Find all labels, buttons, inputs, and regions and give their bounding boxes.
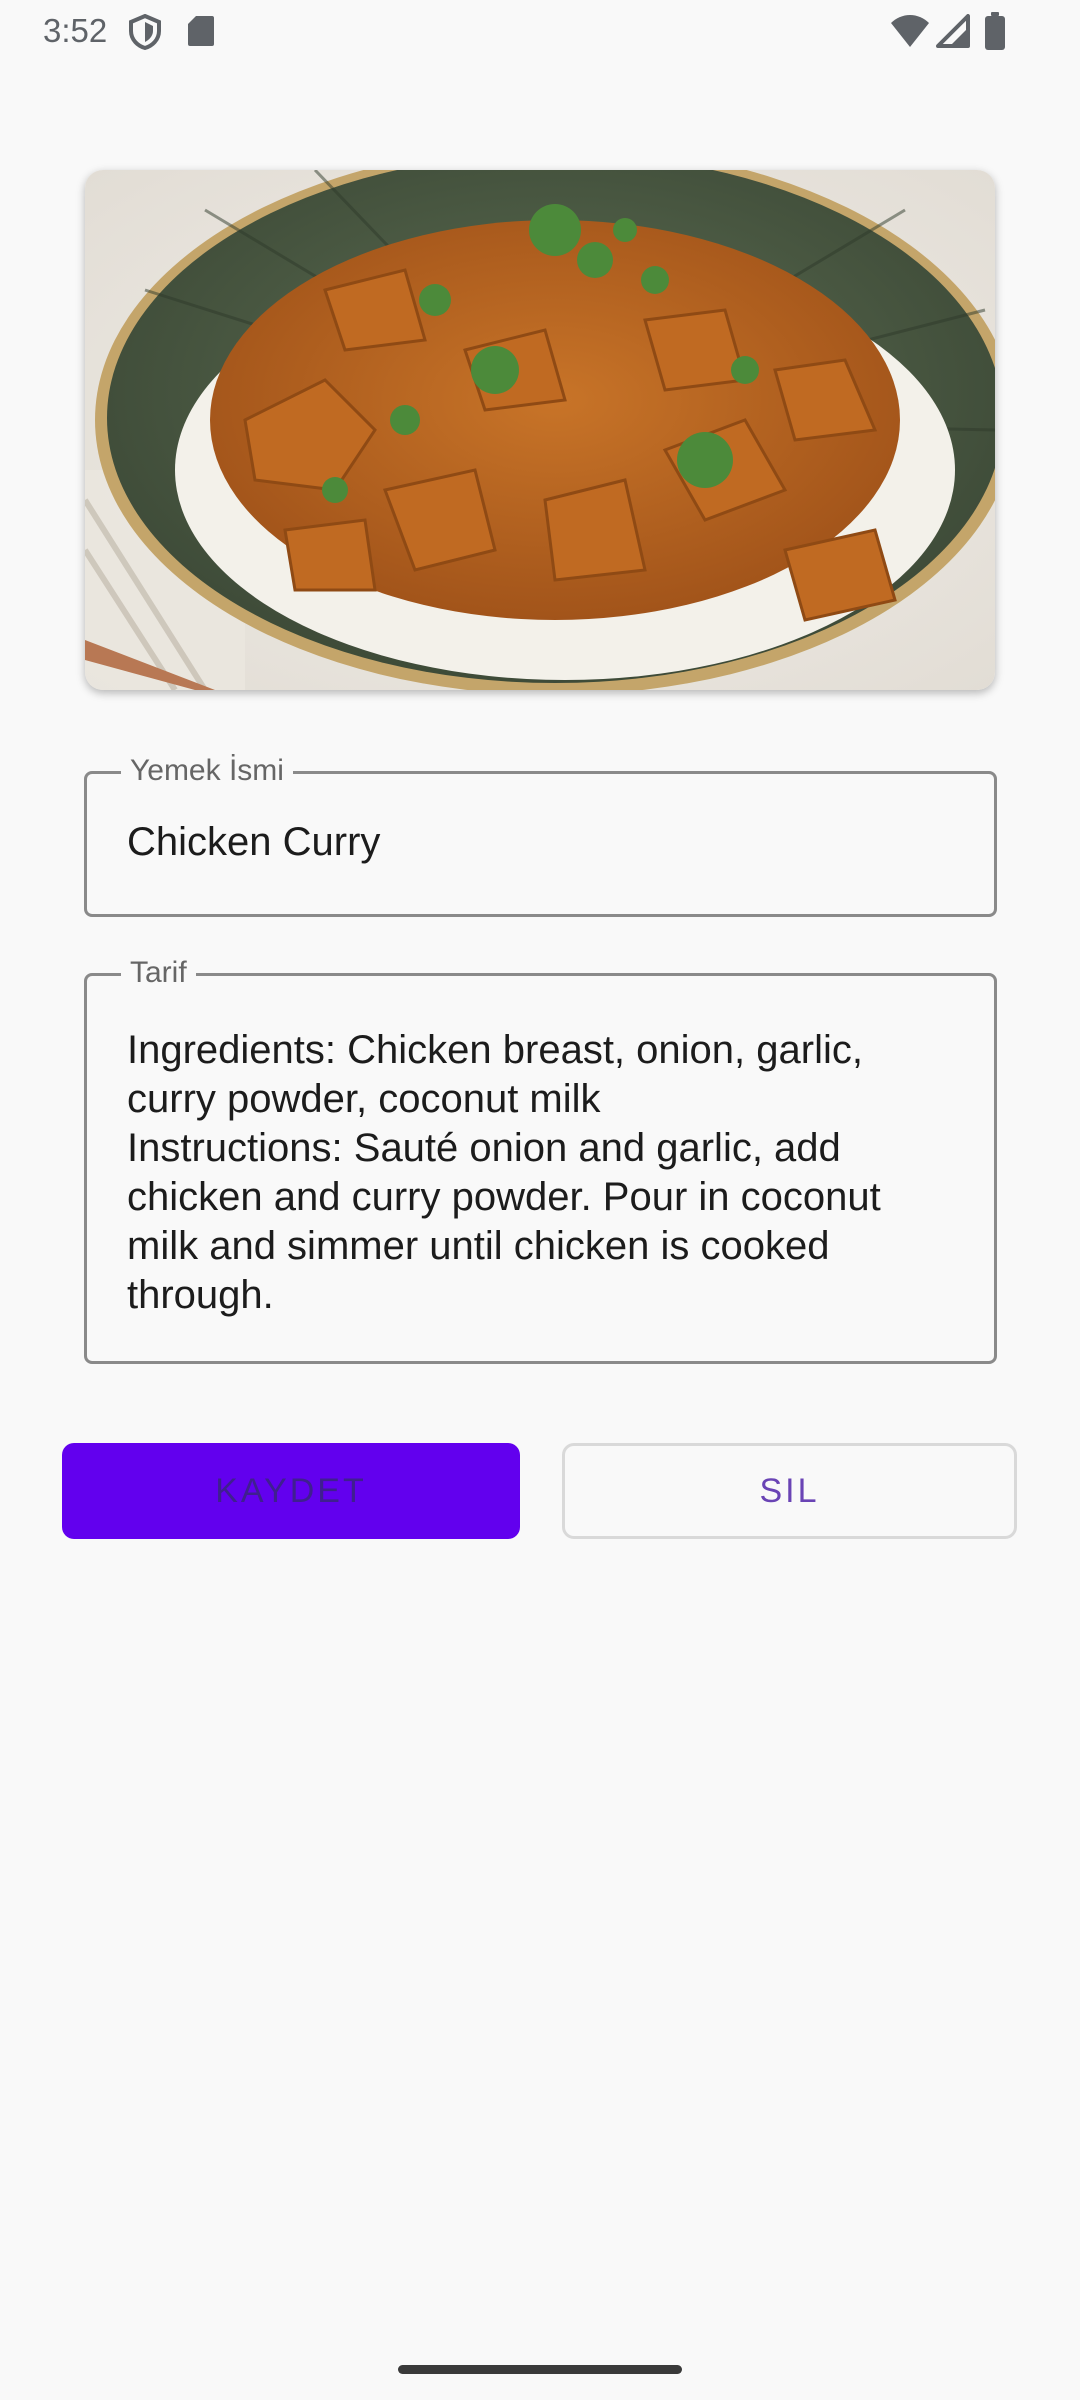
cellular-signal-icon [936,14,970,53]
food-name-input[interactable]: Chicken Curry [127,818,954,867]
status-time: 3:52 [43,12,108,49]
recipe-input[interactable]: Ingredients: Chicken breast, onion, garl… [127,1026,954,1320]
battery-icon [984,12,1006,55]
sd-card-icon [186,14,216,53]
save-button[interactable]: KAYDET [62,1443,520,1539]
food-name-label: Yemek İsmi [121,754,293,788]
recipe-field[interactable]: Tarif Ingredients: Chicken breast, onion… [84,956,997,1364]
food-name-field[interactable]: Yemek İsmi Chicken Curry [84,754,997,917]
home-indicator[interactable] [398,2365,682,2374]
food-image[interactable] [85,170,995,690]
shield-icon [128,13,162,55]
wifi-icon [890,14,930,53]
delete-button[interactable]: SIL [562,1443,1017,1539]
recipe-label: Tarif [121,956,196,990]
status-bar: 3:52 [0,0,1080,62]
